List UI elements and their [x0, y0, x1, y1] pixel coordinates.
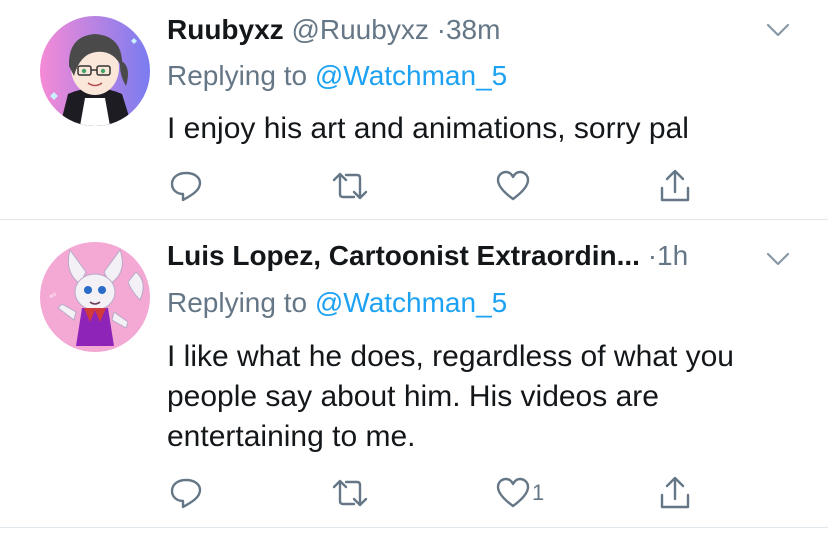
avatar-image: art — [40, 242, 150, 352]
divider — [0, 219, 828, 220]
tweet-actions — [0, 166, 828, 206]
display-name[interactable]: Ruubyxz — [167, 14, 284, 45]
user-handle[interactable]: @Ruubyxz — [291, 14, 428, 45]
retweet-icon — [332, 479, 368, 507]
mention-link[interactable]: @Watchman_5 — [315, 287, 507, 318]
tweet-menu-button[interactable] — [766, 251, 790, 267]
mention-link[interactable]: @Watchman_5 — [315, 60, 507, 91]
separator-dot: · — [647, 240, 658, 271]
like-button[interactable]: 1 — [496, 473, 544, 513]
tweet-menu-button[interactable] — [766, 22, 790, 38]
tweet-text: I like what he does, regardless of what … — [167, 340, 734, 453]
retweet-button[interactable] — [330, 473, 370, 513]
retweet-icon — [332, 172, 368, 200]
retweet-button[interactable] — [330, 166, 370, 206]
replying-to: Replying to @Watchman_5 — [167, 58, 507, 94]
share-icon — [660, 169, 690, 202]
like-button[interactable] — [496, 166, 532, 206]
tweet-header: Luis Lopez, Cartoonist Extraordin... ·1h — [167, 238, 788, 274]
avatar-image — [40, 16, 150, 126]
like-count: 1 — [532, 480, 545, 505]
share-button[interactable] — [658, 166, 692, 206]
separator-dot: · — [436, 14, 446, 45]
timestamp[interactable]: 38m — [446, 14, 500, 45]
tweet[interactable]: Ruubyxz @Ruubyxz ·38m Replying to @Watch… — [0, 0, 828, 219]
avatar[interactable] — [40, 16, 150, 126]
heart-icon — [496, 477, 530, 508]
share-button[interactable] — [658, 473, 692, 513]
replying-to-label: Replying to — [167, 60, 308, 91]
replying-to: Replying to @Watchman_5 — [167, 285, 507, 321]
replying-to-label: Replying to — [167, 287, 308, 318]
reply-icon — [170, 171, 202, 202]
share-icon — [660, 476, 690, 509]
tweet[interactable]: art Luis Lopez, Cartoonist Extraordin...… — [0, 221, 828, 527]
chevron-down-icon — [766, 252, 790, 266]
divider — [0, 527, 828, 528]
tweet-text: I enjoy his art and animations, sorry pa… — [167, 112, 689, 145]
timestamp[interactable]: 1h — [657, 240, 688, 271]
chevron-down-icon — [766, 23, 790, 37]
reply-icon — [170, 478, 202, 509]
display-name[interactable]: Luis Lopez, Cartoonist Extraordin... — [167, 240, 640, 271]
reply-button[interactable] — [168, 473, 204, 513]
tweet-actions: 1 — [0, 473, 828, 513]
avatar[interactable]: art — [40, 242, 150, 352]
tweet-header: Ruubyxz @Ruubyxz ·38m — [167, 12, 788, 48]
reply-button[interactable] — [168, 166, 204, 206]
heart-icon — [496, 170, 530, 201]
